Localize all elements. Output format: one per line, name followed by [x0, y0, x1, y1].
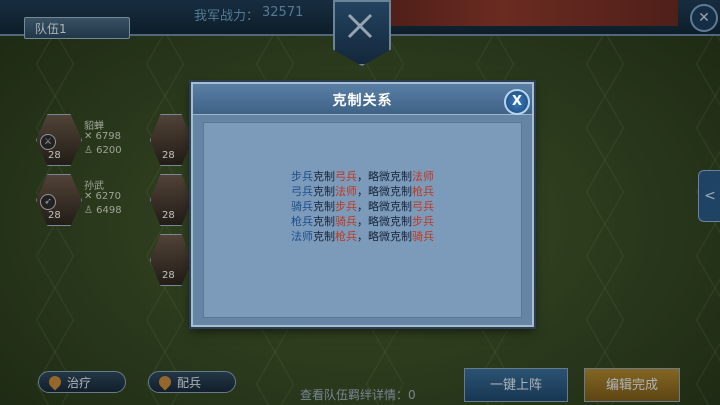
- counter-rules-list: 步兵克制弓兵，略微克制法师 弓兵克制法师，略微克制枪兵 骑兵克制步兵，略微克制弓…: [204, 169, 521, 244]
- rule-line: 弓兵克制法师，略微克制枪兵: [291, 185, 434, 198]
- dialog-title: 克制关系: [332, 93, 393, 109]
- close-button[interactable]: X: [504, 89, 530, 115]
- dialog-content: 步兵克制弓兵，略微克制法师 弓兵克制法师，略微克制枪兵 骑兵克制步兵，略微克制弓…: [203, 122, 522, 318]
- rule-line: 骑兵克制步兵，略微克制弓兵: [291, 200, 434, 213]
- counter-relation-dialog: 克制关系 X 步兵克制弓兵，略微克制法师 弓兵克制法师，略微克制枪兵 骑兵克制步…: [191, 82, 534, 327]
- rule-line: 步兵克制弓兵，略微克制法师: [291, 170, 434, 183]
- rule-line: 枪兵克制骑兵，略微克制步兵: [291, 215, 434, 228]
- rule-line: 法师克制枪兵，略微克制骑兵: [291, 230, 434, 243]
